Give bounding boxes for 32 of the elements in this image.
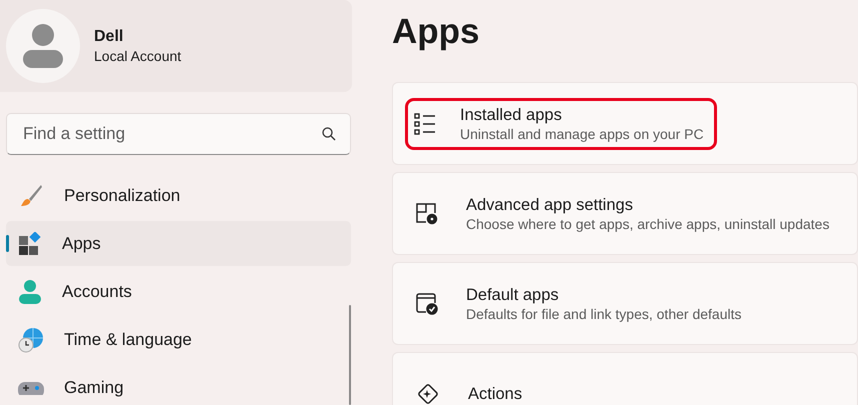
settings-card[interactable]: Installed apps Uninstall and manage apps on your PC	[392, 82, 858, 165]
nav-item[interactable]: Apps	[6, 221, 351, 266]
nav-item[interactable]: Personalization	[6, 173, 351, 218]
settings-card[interactable]: Advanced app settings Choose where to get apps, archive apps, uninstall updates	[392, 172, 858, 255]
settings-card[interactable]: Default apps Defaults for file and link types, other defaults	[392, 262, 858, 345]
settings-card[interactable]: Actions	[392, 352, 858, 405]
search-input[interactable]: Find a setting	[21, 120, 322, 148]
profile-card[interactable]: Dell Local Account	[0, 0, 352, 92]
search-field[interactable]: Find a setting	[6, 113, 351, 155]
nav-item[interactable]: Accounts	[6, 269, 351, 314]
page-title: Apps	[392, 11, 480, 53]
globe-clock-icon	[18, 326, 44, 352]
nav-item[interactable]: Gaming	[6, 365, 351, 405]
card-title: Advanced app settings	[466, 194, 634, 214]
card-description: Choose where to get apps, archive apps, uninstall updates	[466, 214, 830, 232]
apps-icon	[18, 232, 42, 256]
card-title: Actions	[468, 384, 522, 404]
nav-item[interactable]: Time & language	[6, 317, 351, 362]
search-icon	[322, 127, 336, 141]
list-icon	[414, 112, 436, 134]
card-title: Default apps	[466, 284, 560, 304]
person-icon	[18, 278, 42, 304]
card-description: Uninstall and manage apps on your PC	[460, 124, 704, 142]
grid-gear-icon	[415, 202, 439, 226]
card-description: Defaults for file and link types, other defaults	[466, 304, 742, 322]
window-check-icon	[415, 292, 439, 316]
scrollbar[interactable]	[349, 305, 351, 405]
brush-icon	[18, 182, 44, 208]
account-type: Local Account	[94, 47, 182, 65]
card-title: Installed apps	[460, 104, 563, 124]
profile-name: Dell	[94, 27, 124, 47]
gamepad-icon	[18, 380, 44, 394]
